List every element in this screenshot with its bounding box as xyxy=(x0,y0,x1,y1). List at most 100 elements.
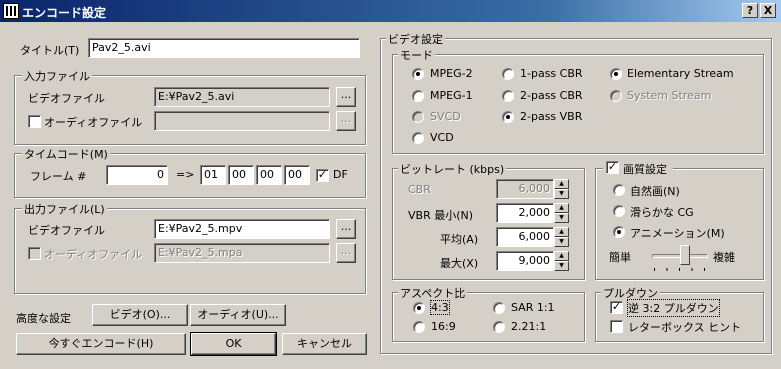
cbr-input[interactable]: 6,000 xyxy=(496,179,554,199)
complex-label: 複雑 xyxy=(713,251,735,264)
cbr-label: CBR xyxy=(408,183,431,196)
input-audio-checkbox[interactable] xyxy=(28,115,41,128)
help-button[interactable]: ? xyxy=(742,3,758,18)
mpeg1-label: MPEG-1 xyxy=(430,89,473,102)
elementary-stream-label: Elementary Stream xyxy=(627,67,734,80)
output-audio-checkbox[interactable] xyxy=(28,247,41,260)
aspect-4-3-radio[interactable] xyxy=(413,302,425,314)
bitrate-group-label: ビットレート (kbps) xyxy=(398,161,507,177)
pass2-vbr-label: 2-pass VBR xyxy=(520,110,583,123)
quality-label: 画質設定 xyxy=(623,163,667,176)
mode-group-label: モード xyxy=(398,47,435,63)
title-bar: エンコード設定 ? X xyxy=(0,0,781,22)
mpeg1-radio[interactable] xyxy=(412,90,424,102)
frame-input[interactable]: 0 xyxy=(106,165,168,185)
simple-label: 簡単 xyxy=(609,251,631,264)
vbr-min-spinner[interactable]: ▲ ▼ xyxy=(554,203,569,223)
letterbox-label: レターボックス ヒント xyxy=(628,321,742,334)
vbr-min-label: VBR 最小(N) xyxy=(408,209,474,222)
slider-ticks xyxy=(654,268,706,271)
quality-slider[interactable] xyxy=(652,244,708,272)
avg-input[interactable]: 6,000 xyxy=(496,227,554,247)
mpeg2-radio[interactable] xyxy=(412,68,424,80)
spin-down-icon[interactable]: ▼ xyxy=(554,237,569,247)
spin-up-icon[interactable]: ▲ xyxy=(554,179,569,189)
timecode-seconds[interactable]: 00 xyxy=(256,165,282,185)
timecode-minutes[interactable]: 00 xyxy=(228,165,254,185)
input-audio-field[interactable] xyxy=(154,111,330,131)
input-audio-label: オーディオファイル xyxy=(44,116,143,129)
animation-label: アニメーション(M) xyxy=(630,227,725,240)
system-stream-radio[interactable] xyxy=(610,90,622,102)
input-audio-browse-button[interactable]: ... xyxy=(336,111,356,131)
quality-group-label: ✓ 画質設定 xyxy=(603,160,673,176)
max-spinner[interactable]: ▲ ▼ xyxy=(554,251,569,271)
vcd-label: VCD xyxy=(430,131,454,144)
timecode-group-label: タイムコード(M) xyxy=(22,146,110,162)
video-settings-button[interactable]: ビデオ(O)... xyxy=(92,304,188,326)
letterbox-checkbox[interactable] xyxy=(610,320,623,333)
vbr-min-input[interactable]: 2,000 xyxy=(496,203,554,223)
input-video-field[interactable]: E:¥Pav2_5.avi xyxy=(154,87,330,107)
aspect-16-9-radio[interactable] xyxy=(413,321,425,333)
pass1-cbr-label: 1-pass CBR xyxy=(520,67,583,80)
output-video-browse-button[interactable]: ... xyxy=(336,219,356,239)
ok-button[interactable]: OK xyxy=(190,332,277,356)
natural-radio[interactable] xyxy=(613,184,625,196)
pass2-cbr-radio[interactable] xyxy=(502,90,514,102)
pass1-cbr-radio[interactable] xyxy=(502,68,514,80)
svcd-radio[interactable] xyxy=(412,111,424,123)
aspect-2-21-radio[interactable] xyxy=(493,321,505,333)
title-label: タイトル(T) xyxy=(20,44,80,57)
timecode-hours[interactable]: 01 xyxy=(200,165,226,185)
spin-up-icon[interactable]: ▲ xyxy=(554,251,569,261)
cancel-button[interactable]: キャンセル xyxy=(282,333,367,355)
slider-thumb[interactable] xyxy=(680,245,690,265)
df-checkbox[interactable]: ✓ xyxy=(316,169,329,182)
input-video-label: ビデオファイル xyxy=(28,92,105,105)
mpeg2-label: MPEG-2 xyxy=(430,67,473,80)
input-video-browse-button[interactable]: ... xyxy=(336,87,356,107)
system-stream-label: System Stream xyxy=(627,89,712,102)
aspect-16-9-label: 16:9 xyxy=(431,320,456,333)
app-icon xyxy=(3,3,19,19)
output-audio-label: オーディオファイル xyxy=(44,248,143,261)
spin-up-icon[interactable]: ▲ xyxy=(554,227,569,237)
pass2-cbr-label: 2-pass CBR xyxy=(520,89,583,102)
aspect-group-label: アスペクト比 xyxy=(398,285,468,301)
spin-down-icon[interactable]: ▼ xyxy=(554,261,569,271)
pulldown-group-label: プルダウン xyxy=(601,285,660,301)
encode-now-button[interactable]: 今すぐエンコード(H) xyxy=(16,333,186,355)
spin-down-icon[interactable]: ▼ xyxy=(554,189,569,199)
avg-label: 平均(A) xyxy=(440,233,479,246)
avg-spinner[interactable]: ▲ ▼ xyxy=(554,227,569,247)
spin-down-icon[interactable]: ▼ xyxy=(554,213,569,223)
smooth-cg-radio[interactable] xyxy=(613,205,625,217)
sar-1-1-label: SAR 1:1 xyxy=(511,301,555,314)
max-label: 最大(X) xyxy=(440,257,479,270)
output-audio-browse-button[interactable]: ... xyxy=(336,243,356,263)
max-input[interactable]: 9,000 xyxy=(496,251,554,271)
vcd-radio[interactable] xyxy=(412,132,424,144)
reverse-32-label: 逆 3:2 プルダウン xyxy=(627,299,720,317)
video-settings-group-label: ビデオ設定 xyxy=(386,31,445,47)
reverse-32-checkbox[interactable]: ✓ xyxy=(610,301,623,314)
output-video-label: ビデオファイル xyxy=(28,224,105,237)
output-video-field[interactable]: E:¥Pav2_5.mpv xyxy=(154,219,330,239)
sar-1-1-radio[interactable] xyxy=(493,302,505,314)
audio-settings-button[interactable]: オーディオ(U)... xyxy=(190,304,286,326)
title-input[interactable]: Pav2_5.avi xyxy=(88,38,360,58)
output-audio-field[interactable]: E:¥Pav2_5.mpa xyxy=(154,243,330,263)
output-file-group-label: 出力ファイル(L) xyxy=(22,201,107,217)
spin-up-icon[interactable]: ▲ xyxy=(554,203,569,213)
pass2-vbr-radio[interactable] xyxy=(502,111,514,123)
cbr-spinner[interactable]: ▲ ▼ xyxy=(554,179,569,199)
natural-label: 自然画(N) xyxy=(630,185,680,198)
advanced-label: 高度な設定 xyxy=(16,312,71,325)
animation-radio[interactable] xyxy=(613,226,625,238)
frame-label: フレーム # xyxy=(30,170,87,183)
quality-checkbox[interactable]: ✓ xyxy=(606,161,619,174)
close-button[interactable]: X xyxy=(760,3,776,18)
elementary-stream-radio[interactable] xyxy=(610,68,622,80)
timecode-frames[interactable]: 00 xyxy=(284,165,310,185)
